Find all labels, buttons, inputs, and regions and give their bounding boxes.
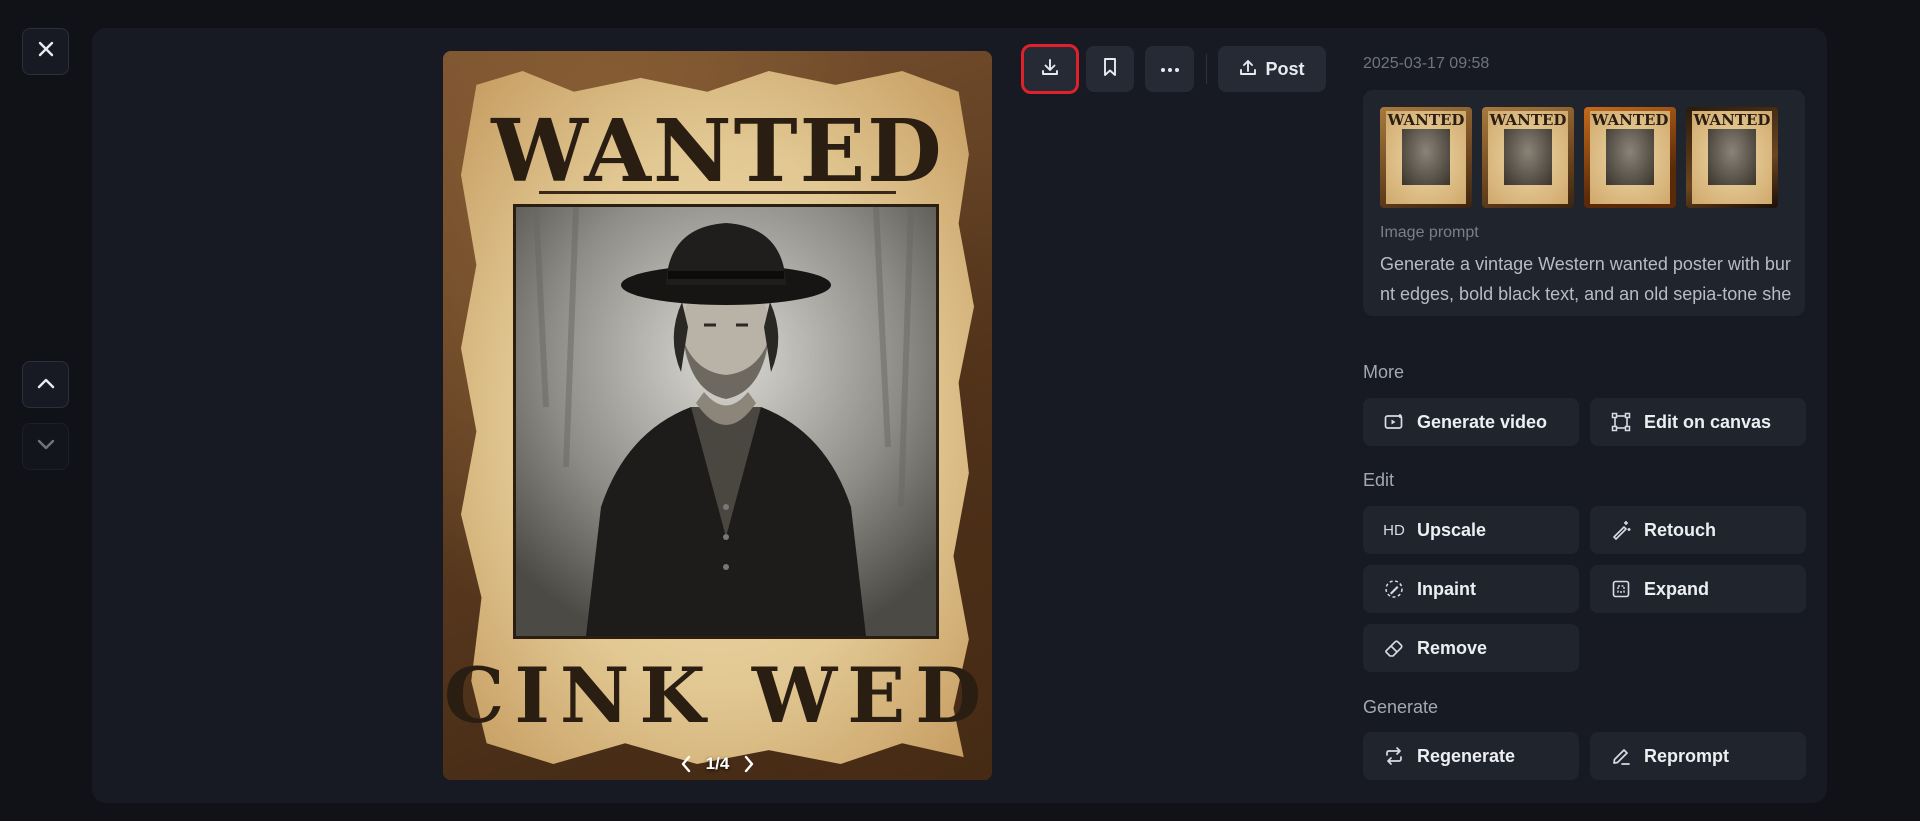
regenerate-button[interactable]: Regenerate	[1363, 732, 1579, 780]
hd-icon: HD	[1383, 521, 1405, 539]
close-button[interactable]	[22, 28, 69, 75]
expand-icon	[1610, 578, 1632, 600]
generate-video-button[interactable]: Generate video	[1363, 398, 1579, 446]
download-button[interactable]	[1021, 44, 1079, 94]
prompt-text: Generate a vintage Western wanted poster…	[1380, 254, 1792, 316]
thumbnail-title: WANTED	[1591, 111, 1669, 129]
poster-title-rule	[539, 191, 896, 194]
chevron-up-icon	[37, 376, 55, 394]
section-label-more: More	[1363, 362, 1405, 382]
thumbnail-4[interactable]: WANTED	[1686, 107, 1778, 208]
inpaint-brush-icon	[1383, 578, 1405, 600]
previous-image-button[interactable]	[22, 361, 69, 408]
upload-icon	[1239, 58, 1257, 81]
expand-label: Expand	[1644, 578, 1710, 599]
upscale-label: Upscale	[1417, 519, 1487, 540]
more-options-button[interactable]	[1145, 46, 1194, 92]
video-plus-icon	[1383, 411, 1405, 433]
pager-next-button[interactable]	[743, 755, 755, 773]
thumbnail-strip: WANTED WANTED WANTED WANTED	[1380, 107, 1778, 208]
reprompt-label: Reprompt	[1644, 745, 1729, 766]
canvas-frame-icon	[1610, 411, 1632, 433]
creation-timestamp: 2025-03-17 09:58	[1363, 55, 1490, 72]
post-button[interactable]: Post	[1218, 46, 1326, 92]
pager-count: 1/4	[705, 754, 730, 773]
retouch-button[interactable]: Retouch	[1590, 506, 1806, 554]
thumbnail-title: WANTED	[1387, 111, 1465, 129]
generated-image[interactable]: WANTED CINK WED 1/4	[443, 51, 992, 780]
post-label: Post	[1265, 58, 1305, 79]
image-pager: 1/4	[443, 754, 992, 774]
thumbnail-title: WANTED	[1693, 111, 1771, 129]
pencil-icon	[1610, 745, 1632, 767]
remove-label: Remove	[1417, 637, 1488, 658]
prompt-card: WANTED WANTED WANTED WANTED Image prompt…	[1363, 90, 1805, 316]
thumbnail-portrait	[1606, 129, 1654, 185]
poster-title: WANTED	[491, 101, 944, 202]
poster-bottom-text: CINK WED	[443, 651, 992, 740]
thumbnail-1[interactable]: WANTED	[1380, 107, 1472, 208]
download-icon	[1040, 57, 1060, 82]
bookmark-icon	[1101, 57, 1119, 82]
chevron-down-icon	[37, 438, 55, 456]
inpaint-button[interactable]: Inpaint	[1363, 565, 1579, 613]
eraser-icon	[1383, 637, 1405, 659]
retouch-label: Retouch	[1644, 519, 1716, 540]
expand-button[interactable]: Expand	[1590, 565, 1806, 613]
thumbnail-title: WANTED	[1489, 111, 1567, 129]
remove-button[interactable]: Remove	[1363, 624, 1579, 672]
pager-prev-button[interactable]	[680, 755, 692, 773]
section-label-edit: Edit	[1363, 470, 1395, 490]
more-horizontal-icon	[1160, 60, 1180, 78]
repeat-icon	[1383, 745, 1405, 767]
thumbnail-portrait	[1504, 129, 1552, 185]
thumbnail-2[interactable]: WANTED	[1482, 107, 1574, 208]
reprompt-button[interactable]: Reprompt	[1590, 732, 1806, 780]
next-image-button[interactable]	[22, 423, 69, 470]
thumbnail-3[interactable]: WANTED	[1584, 107, 1676, 208]
thumbnail-portrait	[1402, 129, 1450, 185]
section-label-generate: Generate	[1363, 697, 1439, 717]
toolbar-divider	[1206, 54, 1207, 84]
edit-on-canvas-button[interactable]: Edit on canvas	[1590, 398, 1806, 446]
thumbnail-portrait	[1708, 129, 1756, 185]
bookmark-button[interactable]	[1086, 46, 1134, 92]
generate-video-label: Generate video	[1417, 411, 1548, 432]
magic-wand-icon	[1610, 519, 1632, 541]
inpaint-label: Inpaint	[1417, 578, 1476, 599]
edit-on-canvas-label: Edit on canvas	[1644, 411, 1772, 432]
prompt-label: Image prompt	[1380, 224, 1479, 241]
poster-portrait	[513, 204, 939, 639]
regenerate-label: Regenerate	[1417, 745, 1516, 766]
close-icon	[37, 40, 55, 63]
upscale-button[interactable]: HD Upscale	[1363, 506, 1579, 554]
